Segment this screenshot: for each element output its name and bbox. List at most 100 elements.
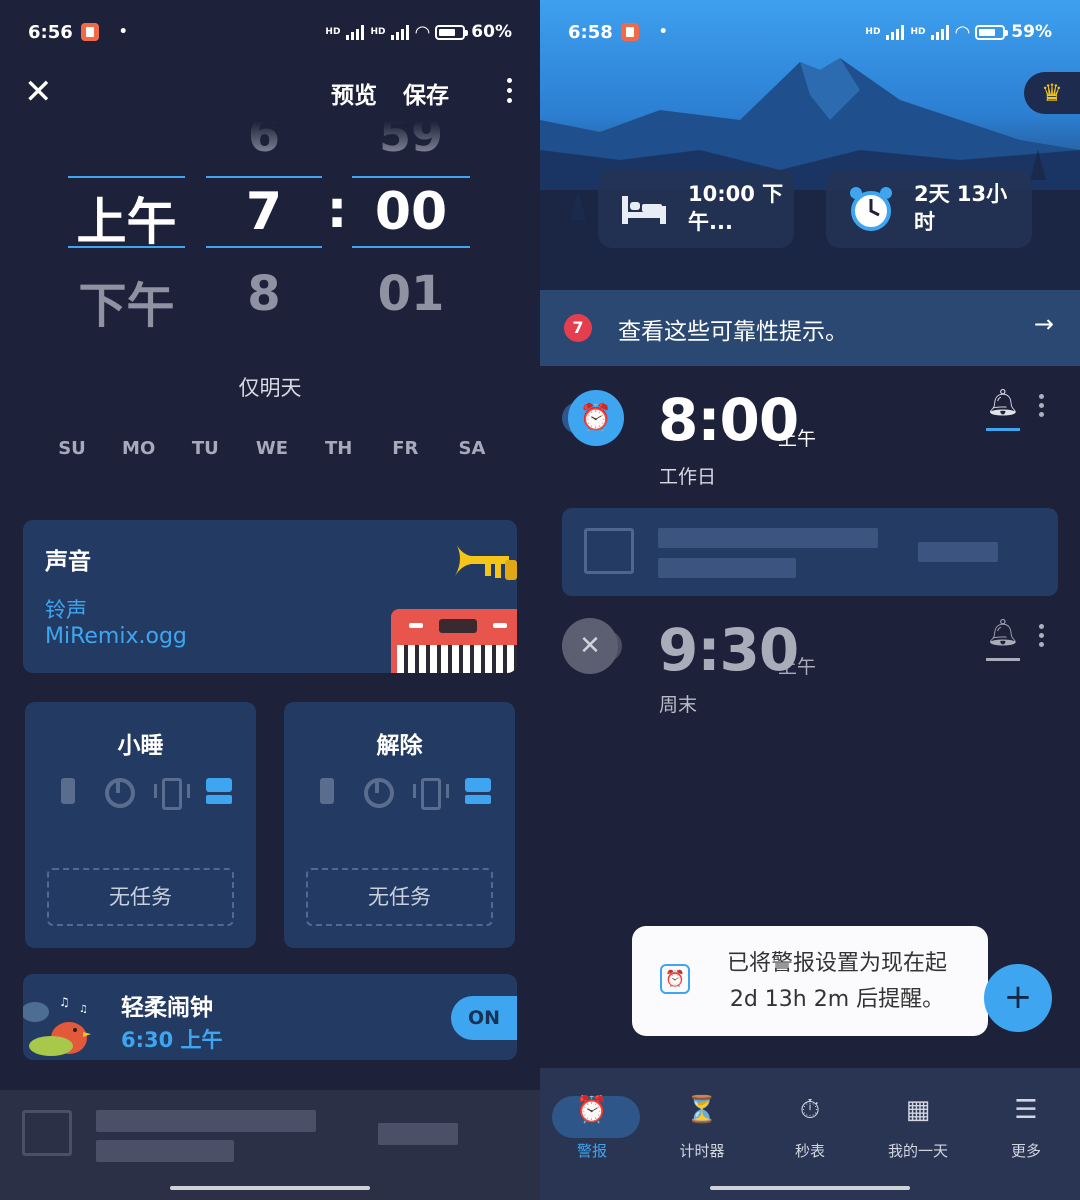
nav-my-day[interactable]: ▦ 我的一天 (868, 1092, 968, 1161)
volume-button-icon[interactable] (53, 776, 83, 806)
preview-button[interactable]: 预览 (331, 76, 377, 110)
bedtime-chip[interactable]: 10:00 下 午... (598, 170, 794, 248)
bird-icon: ♫ ♫ (23, 995, 91, 1056)
next-alarm-line2: 时 (914, 210, 935, 234)
signal-icon (346, 24, 365, 40)
hourglass-icon: ⏳ (685, 1095, 719, 1125)
screen-button-icon[interactable] (463, 776, 493, 806)
battery-icon (975, 24, 1009, 40)
close-icon[interactable]: ✕ (24, 74, 56, 110)
hour-wheel-selected[interactable]: 7 (206, 182, 322, 242)
alarm-list-screen: 6:58 • HD HD ◠ 59% ♛ 10:00 下 午... 2天 13小… (540, 0, 1080, 1200)
ampm-wheel-selected[interactable]: 上午 (68, 182, 185, 254)
minute-wheel-selected[interactable]: 00 (352, 182, 470, 242)
next-alarm-chip[interactable]: 2天 13小 时 (826, 170, 1032, 248)
bell-icon[interactable]: 🔔︎ (985, 388, 1021, 428)
status-bar: 6:58 • HD HD ◠ 59% (568, 18, 1052, 46)
signal-icon-2 (391, 24, 410, 40)
day-sa[interactable]: SA (440, 438, 504, 459)
nav-timer-label: 计时器 (679, 1142, 725, 1160)
volume-button-icon[interactable] (312, 776, 342, 806)
bell-underline (986, 658, 1020, 661)
tips-text: 查看这些可靠性提示。 (618, 319, 848, 345)
alarm-icon: ⏰ (568, 390, 624, 446)
gentle-alarm-title: 轻柔闹钟 (121, 995, 213, 1021)
alarm-icon: ⏰ (575, 1095, 609, 1125)
ringtone-file: MiRemix.ogg (45, 624, 187, 649)
power-icon[interactable] (362, 776, 395, 808)
hour-wheel-next[interactable]: 8 (206, 266, 322, 322)
ad-text-placeholder (96, 1110, 316, 1132)
alarm-clock-icon (850, 187, 892, 231)
snooze-method-icons (53, 776, 234, 810)
ad-text-placeholder-2 (658, 558, 796, 578)
day-fr[interactable]: FR (373, 438, 437, 459)
snooze-task-button[interactable]: 无任务 (47, 868, 234, 926)
status-bar: 6:56 • HD HD ◠ 60% (28, 18, 512, 46)
day-th[interactable]: TH (307, 438, 371, 459)
trumpet-icon (455, 542, 517, 580)
stopwatch-icon: ⏱ (799, 1095, 821, 1125)
alarm-1-toggle[interactable]: ⏰ (562, 390, 628, 446)
save-button[interactable]: 保存 (403, 76, 449, 110)
gesture-bar (170, 1186, 370, 1190)
add-alarm-button[interactable]: + (984, 964, 1052, 1032)
crown-icon[interactable]: ♛ (1024, 72, 1080, 114)
alarm-1-label: 工作日 (659, 466, 717, 488)
nav-more[interactable]: ☰ 更多 (976, 1092, 1076, 1161)
bell-icon[interactable]: 🔔︎ (985, 618, 1021, 658)
toast-text: 已将警报设置为现在起 2d 13h 2m 后提醒。 (702, 946, 972, 1018)
gesture-bar (710, 1186, 910, 1190)
day-su[interactable]: SU (40, 438, 104, 459)
nav-stopwatch-label: 秒表 (794, 1142, 825, 1160)
app-notification-icon (80, 23, 99, 41)
dismiss-title: 解除 (376, 733, 423, 759)
day-mo[interactable]: MO (107, 438, 171, 459)
day-we[interactable]: WE (240, 438, 304, 459)
wifi-icon: ◠ (415, 21, 430, 43)
nav-stopwatch[interactable]: ⏱ 秒表 (760, 1092, 860, 1161)
dismiss-task-button[interactable]: 无任务 (306, 868, 493, 926)
hd-label: HD (865, 27, 881, 37)
bedtime-line1: 10:00 下 (688, 182, 784, 206)
ad-button-placeholder (378, 1123, 458, 1145)
sound-card[interactable]: 声音 铃声 MiRemix.ogg (23, 520, 517, 673)
nav-alarms[interactable]: ⏰ 警报 (542, 1092, 642, 1161)
nav-timer[interactable]: ⏳ 计时器 (652, 1092, 752, 1161)
image-placeholder-icon (22, 1110, 72, 1156)
wheel-fade (0, 112, 540, 158)
power-icon[interactable] (103, 776, 136, 808)
screen-button-icon[interactable] (204, 776, 234, 806)
shake-icon[interactable] (412, 776, 449, 810)
dismiss-card[interactable]: 解除 无任务 (284, 702, 515, 948)
app-notification-icon (620, 23, 639, 41)
minute-wheel-next[interactable]: 01 (352, 266, 470, 322)
nav-more-label: 更多 (1010, 1142, 1041, 1160)
snooze-title: 小睡 (117, 733, 164, 759)
shake-icon[interactable] (153, 776, 190, 810)
more-options-icon[interactable] (507, 78, 515, 103)
alarm-1-more-icon[interactable] (1039, 394, 1047, 417)
day-tu[interactable]: TU (173, 438, 237, 459)
snooze-card[interactable]: 小睡 无任务 (25, 702, 256, 948)
reliability-tips-banner[interactable]: 7 查看这些可靠性提示。 → (540, 290, 1080, 366)
status-dot: • (118, 24, 128, 40)
ad-placeholder[interactable] (0, 1090, 540, 1200)
toast-line2: 2d 13h 2m 后提醒。 (729, 987, 945, 1012)
gentle-alarm-toggle[interactable]: ON (451, 996, 517, 1040)
alarm-2-more-icon[interactable] (1039, 624, 1047, 647)
signal-icon (886, 24, 905, 40)
wifi-icon: ◠ (955, 21, 970, 43)
alarm-set-toast: ⏰ 已将警报设置为现在起 2d 13h 2m 后提醒。 (632, 926, 988, 1036)
alarm-editor-screen: 6:56 • HD HD ◠ 60% ✕ 预览 保存 6 59 上午 7 : 0… (0, 0, 540, 1200)
battery-text: 60% (471, 22, 512, 42)
image-placeholder-icon (584, 528, 634, 574)
ampm-wheel-next[interactable]: 下午 (68, 266, 185, 336)
alarm-2-toggle[interactable]: ✕ (562, 618, 628, 674)
ad-placeholder[interactable] (562, 508, 1058, 596)
svg-text:♫: ♫ (59, 995, 70, 1009)
tips-count-badge: 7 (564, 314, 592, 342)
hd-label-2: HD (910, 27, 926, 37)
gentle-alarm-card[interactable]: ♫ ♫ 轻柔闹钟 6:30 上午 ON (23, 974, 517, 1060)
ad-text-placeholder (658, 528, 878, 548)
